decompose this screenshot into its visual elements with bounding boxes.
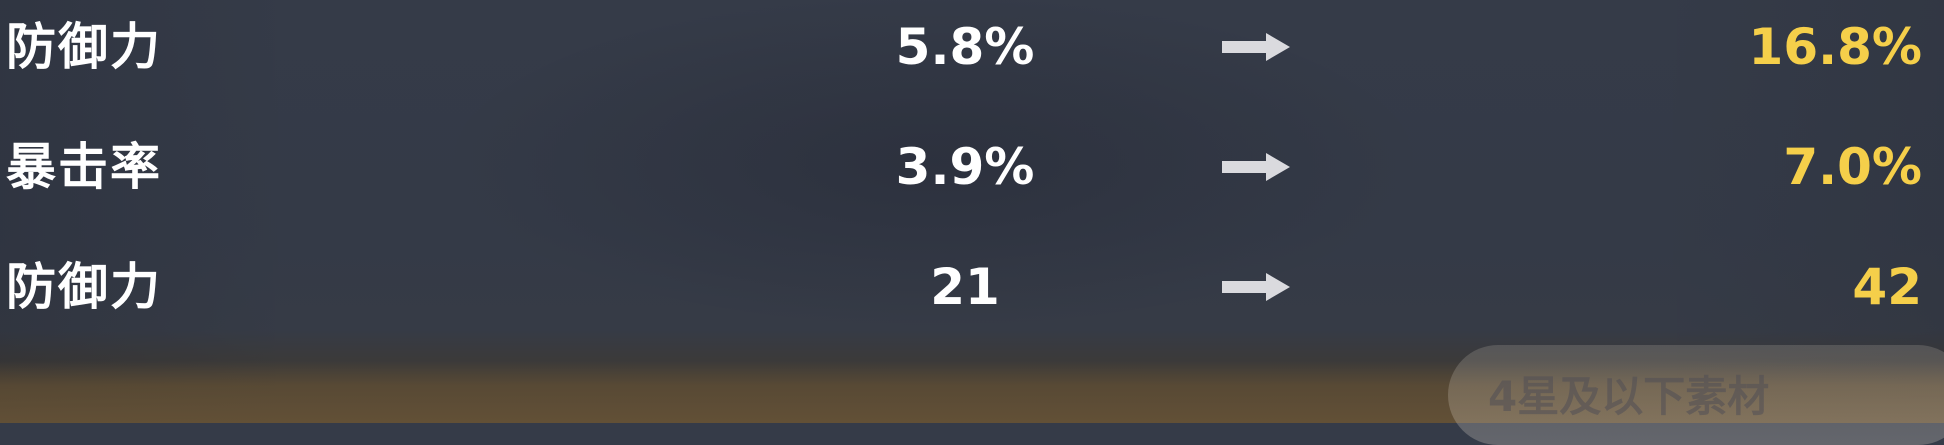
stat-old-value: 3.9% [895,138,1035,196]
stat-row: 防御力 21 42 [0,242,1944,332]
stat-new-value: 42 [1852,258,1922,316]
right-arrow-icon [1222,153,1290,181]
stat-row: 暴击率 3.9% 7.0% [0,122,1944,212]
material-filter-tag[interactable]: 4星及以下素材 [1448,345,1944,445]
material-filter-label: 4星及以下素材 [1488,372,1770,421]
stat-new-value: 7.0% [1783,138,1922,196]
stat-new-value: 16.8% [1748,18,1922,76]
stat-name: 暴击率 [6,138,162,196]
stat-row: 防御力 5.8% 16.8% [0,2,1944,92]
stat-name: 防御力 [6,18,162,76]
stat-name: 防御力 [6,258,162,316]
right-arrow-icon [1222,33,1290,61]
stat-old-value: 21 [930,258,1000,316]
right-arrow-icon [1222,273,1290,301]
stat-old-value: 5.8% [895,18,1035,76]
